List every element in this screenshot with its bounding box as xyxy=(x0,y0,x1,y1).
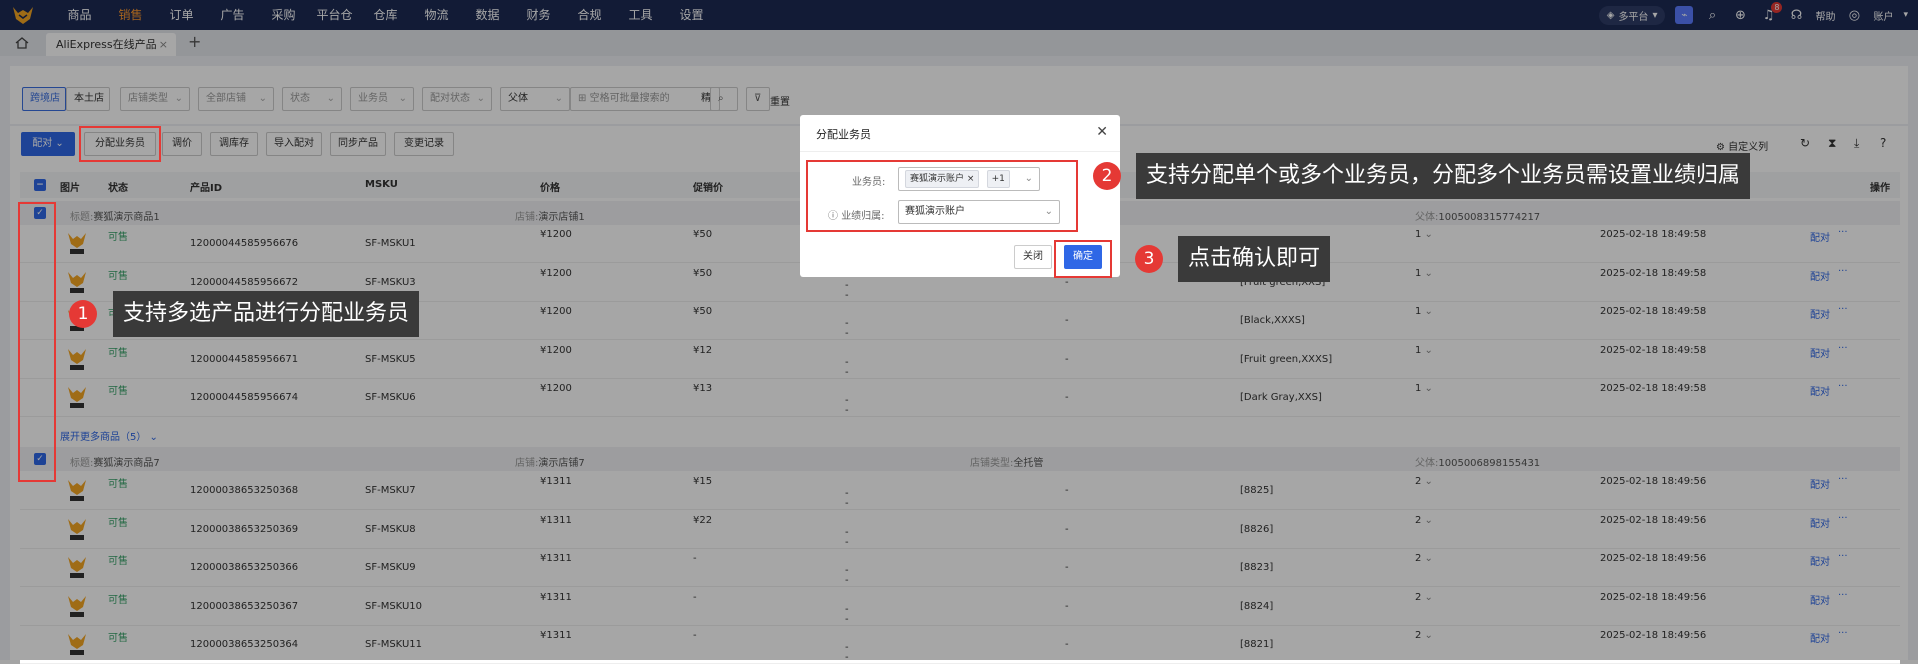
step-1-badge: 1 xyxy=(69,300,97,328)
callout-2: 支持分配单个或多个业务员，分配多个业务员需设置业绩归属 xyxy=(1136,153,1751,199)
highlight-confirm xyxy=(1054,240,1112,278)
step-3-badge: 3 xyxy=(1135,245,1163,273)
callout-1: 支持多选产品进行分配业务员 xyxy=(113,291,420,337)
callout-3: 点击确认即可 xyxy=(1178,236,1331,282)
divider xyxy=(800,151,1120,152)
highlight-dialog-fields xyxy=(806,160,1078,232)
close-button[interactable]: 关闭 xyxy=(1014,245,1052,269)
highlight-checkboxes xyxy=(18,202,56,482)
step-2-badge: 2 xyxy=(1093,162,1121,190)
highlight-assign-button xyxy=(79,126,161,162)
dialog-title: 分配业务员 xyxy=(816,128,871,141)
close-icon[interactable]: ✕ xyxy=(1096,124,1108,140)
